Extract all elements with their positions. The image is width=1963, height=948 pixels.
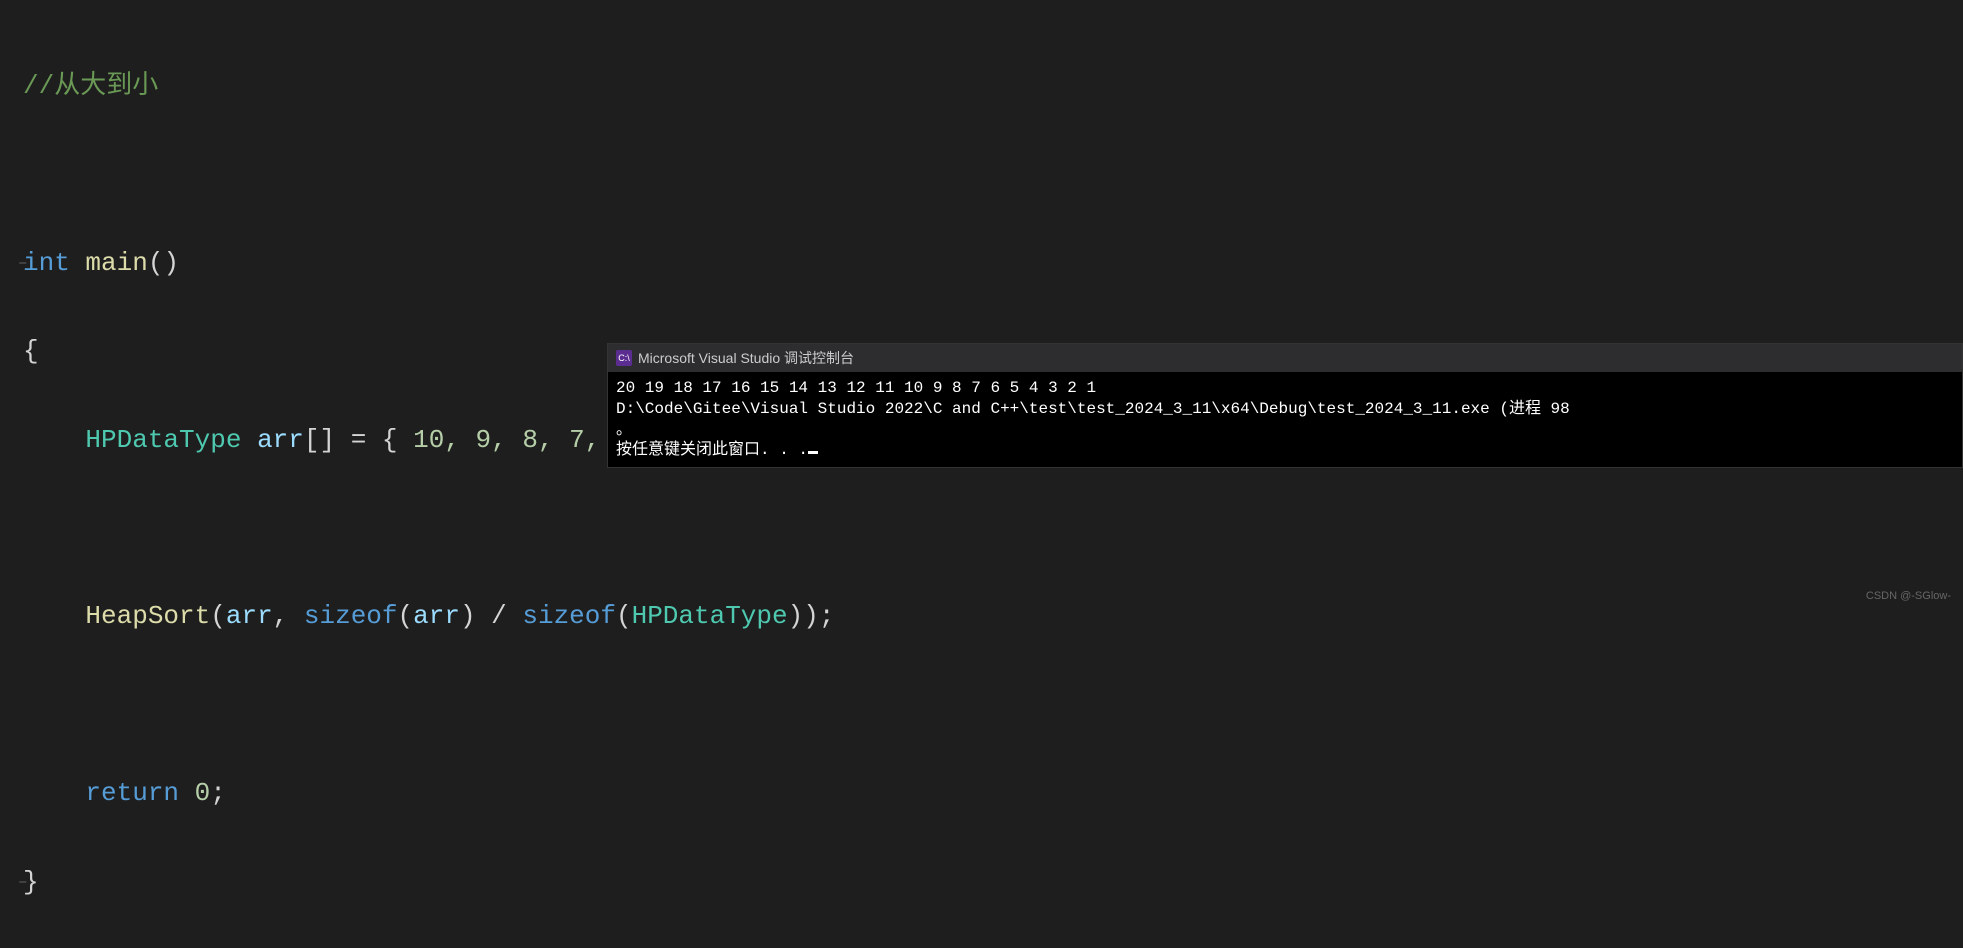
code-line	[0, 683, 1963, 727]
code-line: return 0;	[0, 771, 1963, 815]
debug-console-window[interactable]: C:\ Microsoft Visual Studio 调试控制台 20 19 …	[607, 343, 1963, 468]
output-line: 按任意键关闭此窗口. . .	[616, 441, 808, 459]
keyword-int: int	[23, 248, 70, 278]
code-line: -int main()	[0, 241, 1963, 285]
code-line	[0, 506, 1963, 550]
keyword-return: return	[85, 778, 179, 808]
paren-close: )	[460, 601, 476, 631]
console-titlebar[interactable]: C:\ Microsoft Visual Studio 调试控制台	[608, 344, 1962, 372]
comma: ,	[273, 601, 304, 631]
vs-console-icon: C:\	[616, 350, 632, 366]
output-line: 。	[616, 421, 632, 439]
semicolon: ;	[210, 778, 226, 808]
watermark-text: CSDN @-SGlow-	[1866, 590, 1951, 602]
cursor-icon	[808, 451, 818, 454]
parens: ()	[148, 248, 179, 278]
equals: =	[335, 425, 382, 455]
keyword-sizeof: sizeof	[304, 601, 398, 631]
sizeof-arg: arr	[413, 601, 460, 631]
keyword-sizeof: sizeof	[522, 601, 616, 631]
code-line: HeapSort(arr, sizeof(arr) / sizeof(HPDat…	[0, 594, 1963, 638]
output-line: D:\Code\Gitee\Visual Studio 2022\C and C…	[616, 400, 1570, 418]
comment-text: //从大到小	[23, 71, 158, 101]
arg-arr: arr	[226, 601, 273, 631]
paren-close: ));	[788, 601, 835, 631]
console-title: Microsoft Visual Studio 调试控制台	[638, 348, 854, 368]
console-output: 20 19 18 17 16 15 14 13 12 11 10 9 8 7 6…	[608, 372, 1962, 467]
paren-open: (	[398, 601, 414, 631]
function-heapsort: HeapSort	[85, 601, 210, 631]
code-line: -}	[0, 860, 1963, 904]
function-main: main	[85, 248, 147, 278]
type-hpdatatype: HPDataType	[85, 425, 241, 455]
code-line	[0, 153, 1963, 197]
code-line: //从大到小	[0, 64, 1963, 108]
arr-open: {	[382, 425, 413, 455]
brace-open: {	[23, 336, 39, 366]
var-arr: arr	[257, 425, 304, 455]
sizeof-type-arg: HPDataType	[632, 601, 788, 631]
paren-open: (	[210, 601, 226, 631]
output-line: 20 19 18 17 16 15 14 13 12 11 10 9 8 7 6…	[616, 379, 1096, 397]
divide: /	[476, 601, 523, 631]
brace-close: }	[23, 867, 39, 897]
brackets: []	[304, 425, 335, 455]
return-value: 0	[179, 778, 210, 808]
paren-open: (	[616, 601, 632, 631]
code-editor[interactable]: //从大到小 -int main() { HPDataType arr[] = …	[0, 0, 1963, 948]
